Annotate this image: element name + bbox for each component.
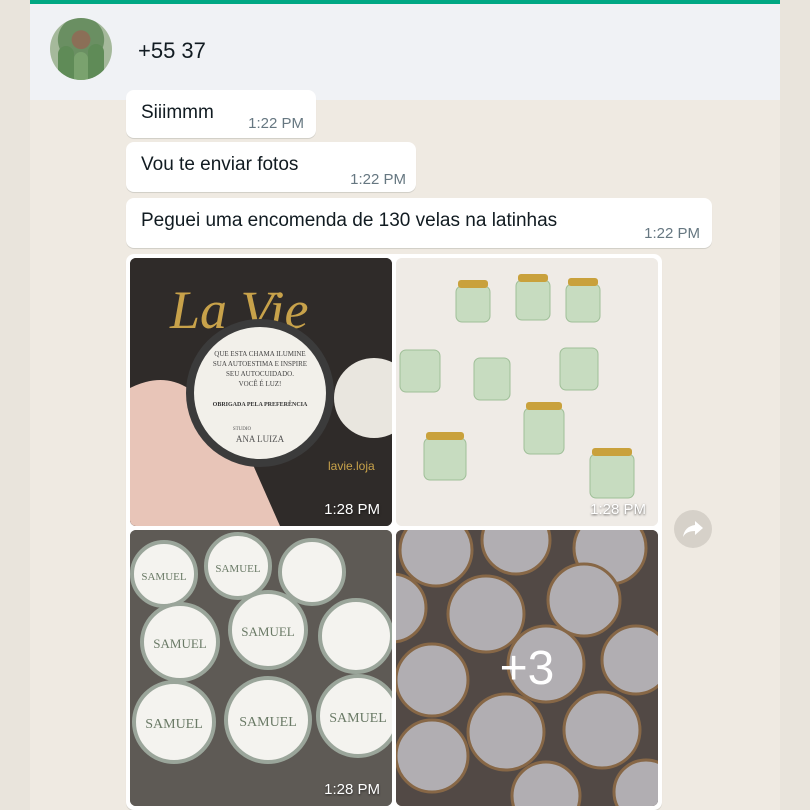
message-bubble[interactable]: Siiimmm 1:22 PM [126, 90, 316, 138]
photo-text: VOCÊ É LUZ! [239, 380, 282, 388]
photo-tile[interactable]: 1:28 PM [396, 258, 658, 526]
photo-tile[interactable]: SAMUEL SAMUEL SAMUEL SAMUEL SAMUEL SAMUE… [130, 530, 392, 806]
chat-header[interactable]: +55 37 [30, 4, 780, 100]
photo-tile[interactable]: La Vie QUE ESTA CHAMA ILUMINE SUA AUTOES… [130, 258, 392, 526]
candle-label-photo: La Vie QUE ESTA CHAMA ILUMINE SUA AUTOES… [130, 258, 392, 526]
photo-text: STUDIO [233, 427, 252, 432]
message-bubble[interactable]: Vou te enviar fotos 1:22 PM [126, 142, 416, 192]
avatar[interactable] [50, 18, 112, 80]
message-time: 1:22 PM [248, 115, 304, 132]
photo-text: SAMUEL [153, 636, 207, 651]
jars-photo [396, 258, 658, 526]
message-bubble[interactable]: Peguei uma encomenda de 130 velas na lat… [126, 198, 712, 248]
avatar-person [58, 46, 74, 80]
message-text: Siiimmm [141, 102, 214, 123]
photo-text: SAMUEL [241, 624, 295, 639]
message-text: Vou te enviar fotos [141, 154, 299, 175]
forward-arrow-icon [683, 521, 703, 537]
avatar-person [74, 52, 88, 80]
photo-time: 1:28 PM [324, 501, 380, 518]
photo-text: SAMUEL [215, 563, 261, 575]
whatsapp-chat-window: +55 37 Siiimmm 1:22 PM Vou te enviar fot… [30, 0, 780, 810]
samuel-tins-photo: SAMUEL SAMUEL SAMUEL SAMUEL SAMUEL SAMUE… [130, 530, 392, 806]
more-photos-overlay[interactable]: +3 [396, 530, 658, 806]
photo-album[interactable]: La Vie QUE ESTA CHAMA ILUMINE SUA AUTOES… [126, 254, 662, 810]
message-text: Peguei uma encomenda de 130 velas na lat… [141, 210, 558, 231]
photo-tile[interactable]: +3 [396, 530, 658, 806]
message-list: Siiimmm 1:22 PM Vou te enviar fotos 1:22… [30, 90, 780, 810]
photo-text: lavie.loja [328, 459, 375, 473]
photo-text: OBRIGADA PELA PREFERÊNCIA [213, 400, 308, 408]
contact-name[interactable]: +55 37 [138, 38, 206, 64]
message-time: 1:22 PM [350, 171, 406, 188]
photo-text: SAMUEL [141, 571, 187, 583]
photo-text: SAMUEL [329, 711, 387, 726]
photo-time: 1:28 PM [324, 781, 380, 798]
photo-time: 1:28 PM [590, 501, 646, 518]
photo-text: SUA AUTOESTIMA E INSPIRE [213, 360, 307, 368]
photo-text: SEU AUTOCUIDADO. [226, 370, 294, 378]
message-time: 1:22 PM [644, 225, 700, 242]
photo-text: SAMUEL [145, 717, 203, 732]
photo-text: ANA LUIZA [236, 434, 285, 444]
forward-arrow-icon[interactable] [674, 510, 712, 548]
avatar-person [88, 44, 104, 80]
photo-text: QUE ESTA CHAMA ILUMINE [214, 350, 305, 358]
photo-text: SAMUEL [239, 715, 297, 730]
